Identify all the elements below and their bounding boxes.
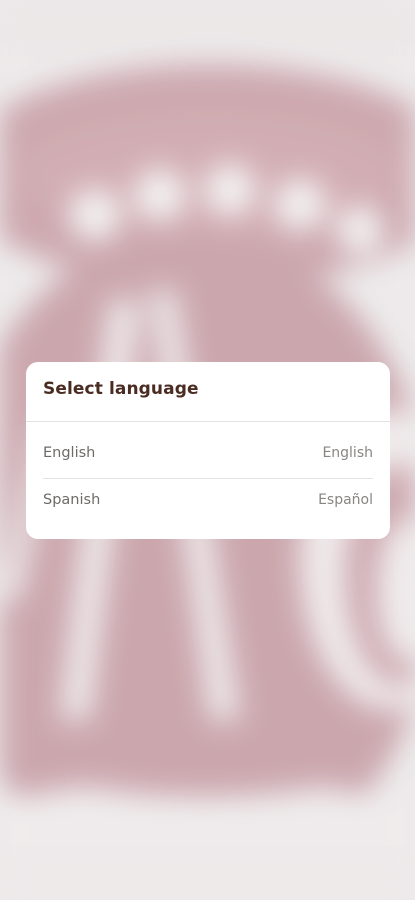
language-name: Spanish: [43, 492, 101, 508]
language-native-name: Español: [318, 492, 373, 508]
app-screen: Select language English English Spanish …: [0, 0, 415, 900]
language-name: English: [43, 445, 96, 461]
dialog-title: Select language: [43, 379, 199, 399]
language-option-english[interactable]: English English: [26, 432, 390, 478]
language-native-name: English: [322, 445, 373, 461]
language-option-spanish[interactable]: Spanish Español: [26, 479, 390, 525]
language-dialog: Select language English English Spanish …: [26, 362, 390, 539]
title-divider: [26, 421, 390, 422]
